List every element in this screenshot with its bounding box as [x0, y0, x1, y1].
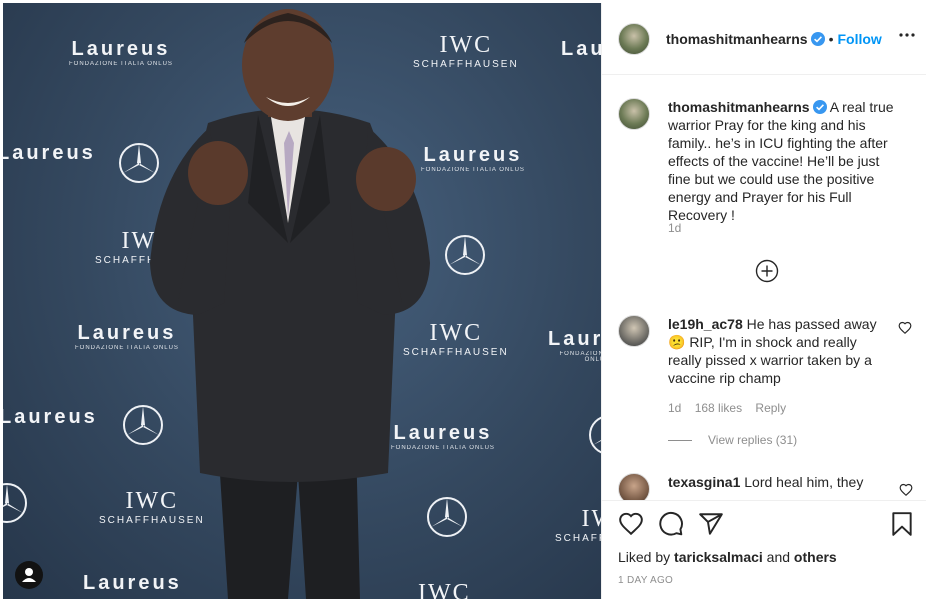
bookmark-icon[interactable]	[889, 511, 915, 537]
avatar[interactable]	[618, 315, 650, 347]
comment-username[interactable]: le19h_ac78	[668, 316, 743, 332]
view-replies-button[interactable]: View replies (31)	[668, 433, 797, 447]
comment-item: texasgina1 Lord heal him, they	[602, 469, 926, 500]
comment-text: Lord heal him, they	[744, 474, 864, 490]
caption-age[interactable]: 1d	[668, 221, 681, 235]
comment-body: le19h_ac78 He has passed away 😕 RIP, I'm…	[668, 315, 878, 387]
liked-by-conj: and	[766, 549, 791, 565]
user-tag-icon	[22, 568, 36, 582]
post-username[interactable]: thomashitmanhearns	[666, 31, 808, 47]
boxer-figure	[150, 9, 430, 599]
replies-divider	[668, 439, 692, 441]
avatar[interactable]	[618, 98, 650, 130]
post-header: thomashitmanhearns • Follow	[602, 3, 926, 75]
verified-badge-icon	[812, 100, 827, 114]
comment-body: texasgina1 Lord heal him, they	[668, 473, 878, 491]
liked-by-user[interactable]: taricksalmaci	[674, 549, 763, 565]
post-details-pane: thomashitmanhearns • Follow thomashitman…	[601, 3, 926, 599]
caption-text: A real true warrior Pray for the king an…	[668, 99, 894, 223]
comment-likes[interactable]: 168 likes	[695, 401, 742, 415]
comment-username[interactable]: texasgina1	[668, 474, 740, 490]
reply-button[interactable]: Reply	[755, 401, 786, 415]
mercedes-star-logo	[589, 416, 601, 454]
mercedes-star-logo	[3, 483, 27, 523]
more-options-icon	[899, 33, 915, 37]
backdrop-laureus-logo: LaureusFONDAZIONE ITALIA ONLUS	[548, 328, 601, 363]
caption-username[interactable]: thomashitmanhearns	[668, 99, 810, 115]
avatar[interactable]	[618, 23, 650, 55]
heart-icon[interactable]	[618, 511, 644, 537]
follow-button[interactable]: Follow	[838, 31, 882, 47]
post-photo[interactable]: Laureus FONDAZIONE ITALIA ONLUS IWC SCHAFF…	[3, 3, 601, 599]
comment-icon[interactable]	[658, 511, 684, 537]
more-options-button[interactable]	[895, 23, 919, 47]
backdrop-laureus-logo: Laureus	[561, 38, 601, 60]
share-icon[interactable]	[698, 511, 724, 537]
add-comment-icon[interactable]	[755, 259, 779, 283]
liked-by-others[interactable]: others	[794, 549, 837, 565]
backdrop-laureus-logo: Laureus	[3, 406, 98, 428]
avatar[interactable]	[618, 473, 650, 500]
separator-dot: •	[828, 31, 834, 47]
tagged-users-button[interactable]	[15, 561, 43, 589]
liked-by-prefix: Liked by	[618, 549, 671, 565]
heart-icon[interactable]	[899, 483, 913, 497]
backdrop-iwc-logo: IWCSCHAFFHAUSEN	[555, 506, 601, 544]
caption-body: thomashitmanhearns A real true warrior P…	[668, 98, 904, 224]
post-timestamp[interactable]: 1 DAY AGO	[618, 575, 673, 586]
view-replies-label: View replies (31)	[708, 433, 798, 447]
heart-icon[interactable]	[898, 321, 912, 335]
liked-by: Liked by taricksalmaci and others	[618, 549, 837, 565]
comment-meta: 1d 168 likes Reply	[668, 401, 786, 415]
comment-age[interactable]: 1d	[668, 401, 681, 415]
backdrop-laureus-logo: Laureus	[3, 142, 96, 164]
verified-badge-icon	[810, 32, 825, 46]
post-actions: Liked by taricksalmaci and others 1 DAY …	[602, 500, 926, 599]
